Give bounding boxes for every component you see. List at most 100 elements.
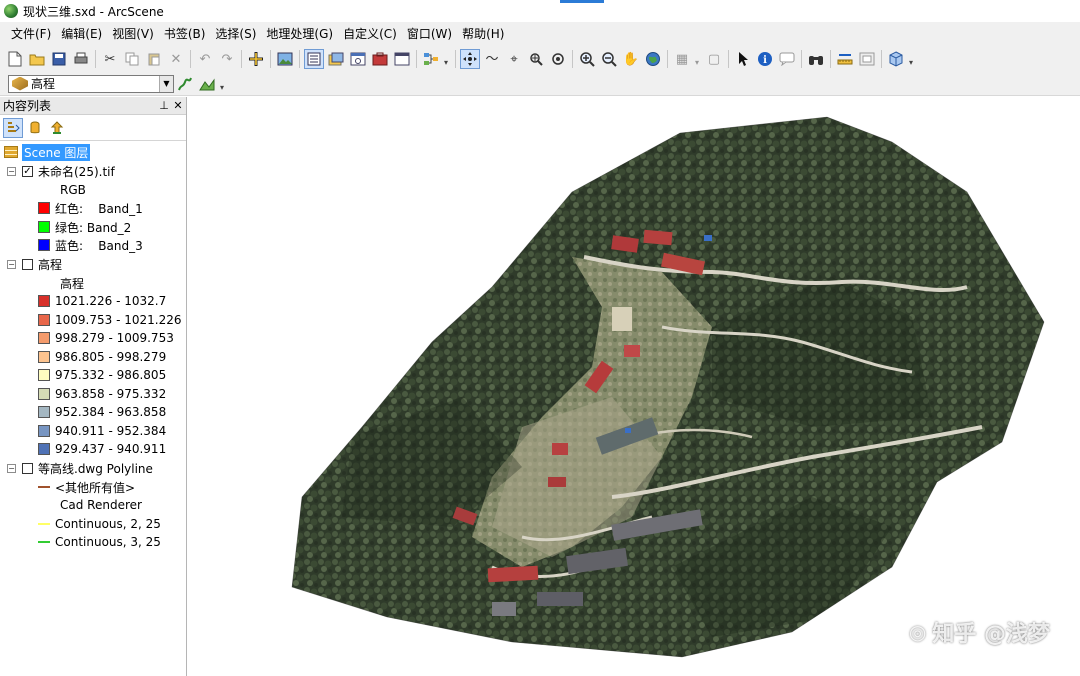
open-folder-icon[interactable] [27, 49, 47, 69]
select-features-dropdown-icon[interactable]: ▾ [693, 51, 701, 67]
raster-layer-checkbox[interactable]: ✓ [22, 165, 33, 177]
band-green-swatch [38, 221, 50, 233]
menu-selection[interactable]: 选择(S) [210, 22, 261, 46]
menu-geoprocessing[interactable]: 地理处理(G) [261, 22, 338, 46]
close-icon[interactable]: ✕ [172, 99, 184, 112]
elevation-field-text: 高程 [60, 276, 85, 291]
scene-viewer[interactable]: ◎ 知乎 @浅梦 [192, 97, 1080, 676]
time-slider-icon[interactable] [857, 49, 877, 69]
undo-icon[interactable]: ↶ [195, 49, 215, 69]
cut-icon[interactable]: ✂ [100, 49, 120, 69]
terrain-scene[interactable] [192, 97, 1080, 676]
python-window-icon[interactable] [392, 49, 412, 69]
contour-layer-name: 等高线.dwg Polyline [38, 461, 153, 476]
band-green-label: 绿色: Band_2 [55, 220, 132, 235]
menu-bookmarks[interactable]: 书签(B) [159, 22, 211, 46]
delete-icon[interactable]: ✕ [166, 49, 186, 69]
raster-layer-row[interactable]: − ✓ 未命名(25).tif [7, 162, 115, 180]
elevation-layer-checkbox[interactable] [22, 258, 33, 270]
chevron-down-icon[interactable]: ▼ [159, 75, 173, 92]
select-features-icon[interactable]: ▦ [672, 49, 692, 69]
target-center-icon[interactable]: ⌖ [504, 49, 524, 69]
layer-tool-a-icon[interactable] [175, 74, 195, 94]
window-title: 现状三维.sxd - ArcScene [23, 4, 164, 19]
elevation-class-label: 986.805 - 998.279 [55, 350, 167, 364]
catalog-icon[interactable] [326, 49, 346, 69]
elevation-layer-row[interactable]: − 高程 [7, 255, 62, 273]
legend-item: 1009.753 - 1021.226 [38, 311, 181, 329]
layer-tool-b-icon[interactable] [197, 74, 217, 94]
collapse-icon[interactable]: − [7, 259, 16, 269]
elevation-class-label: 963.858 - 975.332 [55, 387, 167, 401]
menu-windows[interactable]: 窗口(W) [402, 22, 457, 46]
elevation-class-swatch [38, 314, 50, 326]
select-elements-arrow-icon[interactable] [733, 49, 753, 69]
zoom-in-icon[interactable] [577, 49, 597, 69]
find-binoculars-icon[interactable] [806, 49, 826, 69]
copy-icon[interactable] [122, 49, 142, 69]
main-toolbar: ✂ ✕ ↶ ↷ ▾ 〜 ⌖ ✋ ▦ ▾ ▢ i ▾ [0, 46, 1080, 72]
toc-tree: Scene 图层 − ✓ 未命名(25).tif RGB 红色: Band_1 … [0, 141, 186, 549]
toolbar-separator [416, 50, 417, 68]
elevation-class-label: 940.911 - 952.384 [55, 424, 167, 438]
menu-file[interactable]: 文件(F) [6, 22, 56, 46]
collapse-icon[interactable]: − [7, 463, 16, 473]
navigate-tool-icon[interactable] [460, 49, 480, 69]
collapse-icon[interactable]: − [7, 166, 16, 176]
html-popup-icon[interactable] [777, 49, 797, 69]
contour-renderer-label: Cad Renderer [60, 496, 142, 514]
list-by-visibility-icon[interactable] [47, 118, 67, 138]
zoom-to-target-icon[interactable] [526, 49, 546, 69]
elevation-class-swatch [38, 388, 50, 400]
new-document-icon[interactable] [5, 49, 25, 69]
set-observer-icon[interactable] [548, 49, 568, 69]
elevation-class-label: 1021.226 - 1032.7 [55, 294, 167, 308]
raster-renderer-text: RGB [60, 183, 86, 197]
svg-text:i: i [763, 55, 767, 66]
add-background-icon[interactable] [275, 49, 295, 69]
legend-item: 998.279 - 1009.753 [38, 329, 174, 347]
paste-icon[interactable] [144, 49, 164, 69]
add-data-icon[interactable] [246, 49, 266, 69]
save-icon[interactable] [49, 49, 69, 69]
menu-view[interactable]: 视图(V) [107, 22, 159, 46]
menu-customize[interactable]: 自定义(C) [338, 22, 402, 46]
legend-item: Continuous, 3, 25 [38, 533, 161, 551]
scene-layer-row[interactable]: Scene 图层 [4, 143, 91, 161]
wechat-icon: ◎ [908, 620, 927, 644]
toc-header: 内容列表 ⊥ ✕ [0, 97, 186, 115]
zoom-out-icon[interactable] [599, 49, 619, 69]
contour-layer-checkbox[interactable] [22, 462, 33, 474]
menu-help[interactable]: 帮助(H) [457, 22, 509, 46]
table-of-contents-icon[interactable] [304, 49, 324, 69]
pan-hand-icon[interactable]: ✋ [621, 49, 641, 69]
measure-icon[interactable] [835, 49, 855, 69]
elevation-class-swatch [38, 369, 50, 381]
arctoolbox-icon[interactable] [370, 49, 390, 69]
identify-icon[interactable]: i [755, 49, 775, 69]
fly-tool-icon[interactable]: 〜 [482, 49, 502, 69]
3d-effects-cube-icon[interactable] [886, 49, 906, 69]
toolbar-separator [801, 50, 802, 68]
clear-selection-icon[interactable]: ▢ [704, 49, 724, 69]
toolbar-separator [667, 50, 668, 68]
menu-edit[interactable]: 编辑(E) [56, 22, 107, 46]
pin-icon[interactable]: ⊥ [158, 99, 170, 112]
elevation-class-swatch [38, 425, 50, 437]
full-extent-globe-icon[interactable] [643, 49, 663, 69]
legend-item: 975.332 - 986.805 [38, 366, 166, 384]
model-builder-icon[interactable] [421, 49, 441, 69]
toolbar-separator [190, 50, 191, 68]
list-by-source-icon[interactable] [25, 118, 45, 138]
redo-icon[interactable]: ↷ [217, 49, 237, 69]
menu-bar: 文件(F) 编辑(E) 视图(V) 书签(B) 选择(S) 地理处理(G) 自定… [0, 22, 1080, 46]
search-window-icon[interactable] [348, 49, 368, 69]
elevation-class-swatch [38, 443, 50, 455]
toolbar-overflow-icon[interactable]: ▾ [442, 51, 450, 67]
print-icon[interactable] [71, 49, 91, 69]
layer-select[interactable]: 高程 ▼ [8, 74, 174, 93]
contour-layer-row[interactable]: − 等高线.dwg Polyline [7, 459, 153, 477]
toolbar-overflow-icon[interactable]: ▾ [218, 76, 226, 92]
toolbar-overflow-icon[interactable]: ▾ [907, 51, 915, 67]
list-by-drawing-order-icon[interactable] [3, 117, 23, 138]
